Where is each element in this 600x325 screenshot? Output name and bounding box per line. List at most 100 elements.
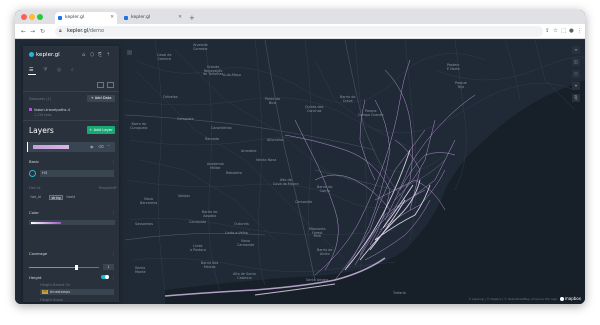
more-options-icon[interactable]: ⋮ bbox=[111, 251, 115, 256]
side-panel: kepler.gl ⌂ ⬡ ⎘ ⇡ ☰ ⧩ ◎ ⌕ Datasets (1) +… bbox=[23, 46, 119, 302]
map-place-label: Barrio do Carrio bbox=[317, 185, 333, 193]
required-label: Required* bbox=[99, 186, 117, 190]
map-place-label: A-do-Moço bbox=[223, 73, 241, 77]
browser-tab-active[interactable]: kepler.gl ✕ bbox=[55, 12, 117, 24]
home-icon[interactable]: ⌂ bbox=[82, 52, 85, 58]
bookmark-star-icon[interactable]: ☆ bbox=[553, 27, 558, 36]
map-place-label: Amadora bbox=[241, 149, 257, 153]
reload-button[interactable]: ↻ bbox=[40, 27, 45, 36]
map-place-label: Nova Barcarena bbox=[140, 197, 158, 205]
tab-layers-icon[interactable]: ☰ bbox=[29, 67, 33, 73]
map-place-label: Ramada bbox=[205, 137, 219, 141]
add-data-button[interactable]: + Add Data bbox=[87, 95, 115, 102]
browser-tab-title: kepler.gl bbox=[65, 15, 85, 20]
sidebar-icon[interactable]: ⬚ bbox=[561, 27, 566, 36]
column-option[interactable]: hexId bbox=[65, 195, 77, 200]
dataset-item[interactable]: lisbon-travelpaths-4 bbox=[29, 108, 70, 112]
color-gradient bbox=[31, 221, 61, 224]
minimize-window-button[interactable] bbox=[29, 14, 35, 20]
divider bbox=[23, 120, 119, 121]
forward-button[interactable]: → bbox=[30, 27, 35, 36]
map-place-label: Outurela bbox=[234, 222, 249, 226]
map-place-label: Quinta das Conchas bbox=[305, 105, 324, 113]
layer-legend-control[interactable]: ≡ bbox=[572, 46, 580, 54]
height-toggle[interactable] bbox=[101, 275, 109, 279]
color-range-select[interactable] bbox=[29, 220, 115, 225]
back-button[interactable]: ← bbox=[21, 27, 26, 36]
map-place-label: Venda Nova bbox=[256, 158, 277, 162]
map-place-label: Linda-a-Velha bbox=[225, 231, 248, 235]
basic-section-label: Basic bbox=[29, 159, 40, 164]
dataset-rows: 1,234 rows bbox=[34, 113, 52, 117]
legend-control[interactable]: ⎘ bbox=[572, 94, 580, 102]
map-place-label: Santo Amaro bbox=[306, 278, 328, 282]
address-bar[interactable]: 🔒︎ kepler.gl/demo bbox=[55, 26, 543, 37]
height-scale-label: Height Scale bbox=[40, 298, 63, 302]
map-place-label: Trafaria bbox=[393, 291, 406, 295]
kepler-logo: kepler.gl bbox=[29, 52, 60, 58]
grid-view-icon[interactable] bbox=[107, 82, 114, 88]
tab-strip: kepler.gl ✕ kepler.gl ✕ + bbox=[15, 10, 585, 24]
map-place-label: Nova Carnaxide bbox=[237, 239, 255, 247]
coverage-section-label: Coverage bbox=[29, 251, 48, 256]
height-field-select[interactable]: int timestamps bbox=[40, 289, 114, 295]
close-tab-icon[interactable]: ✕ bbox=[110, 12, 114, 24]
layer-type-select[interactable]: H3 bbox=[40, 170, 114, 177]
split-map-control[interactable]: ◫ bbox=[572, 58, 580, 66]
eye-icon[interactable]: ◉ bbox=[90, 143, 94, 151]
share-icon[interactable]: ⇡ bbox=[106, 52, 110, 58]
map-place-label: Carnaxide bbox=[295, 200, 313, 204]
height-based-on-label: Height Based On bbox=[40, 283, 71, 287]
profile-avatar[interactable]: ● bbox=[569, 27, 574, 36]
layer-type-icon[interactable] bbox=[29, 170, 36, 177]
map-place-label: Linda a Pastora bbox=[190, 244, 206, 252]
3d-map-control[interactable]: ⬡ bbox=[572, 70, 580, 78]
height-section-label: Height bbox=[29, 275, 42, 280]
color-section-label: Color bbox=[29, 210, 39, 215]
coverage-slider-handle[interactable] bbox=[75, 265, 78, 270]
tab-basemap-icon[interactable]: ⌕ bbox=[71, 67, 74, 73]
add-layer-button[interactable]: + Add Layer bbox=[87, 126, 115, 134]
map-place-label: Ponte da Bica bbox=[265, 97, 280, 105]
coverage-value-input[interactable]: 1 bbox=[103, 264, 114, 270]
map-place-label: Casal de Cambra bbox=[157, 53, 172, 61]
trash-icon[interactable]: ⌫ bbox=[98, 143, 104, 151]
collapse-panel-button[interactable]: ‹ bbox=[127, 50, 132, 55]
more-options-icon[interactable]: ⋮ bbox=[111, 159, 115, 164]
browser-menu-icon[interactable]: ⋮ bbox=[577, 27, 583, 36]
layer-card[interactable]: ◉ ⌫ ⌃ bbox=[27, 142, 115, 152]
map-place-label: Valejas bbox=[178, 194, 190, 198]
browser-tab[interactable]: kepler.gl ✕ bbox=[121, 12, 185, 24]
hex-id-label: Hex Id bbox=[29, 186, 41, 190]
new-tab-button[interactable]: + bbox=[189, 12, 195, 24]
export-icon[interactable]: ⬡ bbox=[90, 52, 94, 58]
share-icon[interactable]: ⇪ bbox=[545, 27, 550, 36]
map-place-label: Alfornelos bbox=[267, 138, 284, 142]
draw-control[interactable]: ⌖ bbox=[572, 82, 580, 90]
tab-interactions-icon[interactable]: ◎ bbox=[57, 67, 61, 73]
mapbox-logo: mapbox bbox=[559, 296, 581, 301]
more-options-icon[interactable]: ⋮ bbox=[111, 275, 115, 280]
dataset-color-swatch bbox=[29, 108, 32, 111]
column-option[interactable]: hex_id bbox=[29, 195, 42, 200]
map-place-label: Barrio dos Malvas bbox=[201, 261, 219, 269]
close-tab-icon[interactable]: ✕ bbox=[178, 12, 182, 24]
map-place-label: Barrio Monte bbox=[135, 266, 146, 274]
url-text: kepler.gl/demo bbox=[67, 28, 105, 34]
map-place-label: Camarate bbox=[177, 117, 194, 121]
map-place-label: Alto da Cova da Moura bbox=[273, 178, 299, 186]
map-place-label: Carnaxide bbox=[189, 220, 207, 224]
column-option-active[interactable]: string bbox=[49, 195, 64, 200]
maximize-window-button[interactable] bbox=[37, 14, 43, 20]
map-place-label: Alto de Santo Catarina bbox=[233, 272, 256, 280]
favicon-icon bbox=[124, 16, 128, 20]
more-options-icon[interactable]: ⋮ bbox=[111, 210, 115, 215]
browser-toolbar: ← → ↻ 🔒︎ kepler.gl/demo ⇪ ☆ ⬚ ● ⋮ bbox=[15, 24, 585, 39]
save-icon[interactable]: ⎘ bbox=[98, 52, 102, 58]
chevron-up-icon[interactable]: ⌃ bbox=[107, 143, 110, 151]
list-view-icon[interactable] bbox=[97, 82, 104, 88]
map-attribution[interactable]: © kepler.gl | © Mapbox | © OpenStreetMap… bbox=[469, 297, 558, 301]
tab-filters-icon[interactable]: ⧩ bbox=[43, 67, 47, 73]
close-window-button[interactable] bbox=[21, 14, 27, 20]
map-place-label: Sassoeiros bbox=[135, 222, 154, 226]
